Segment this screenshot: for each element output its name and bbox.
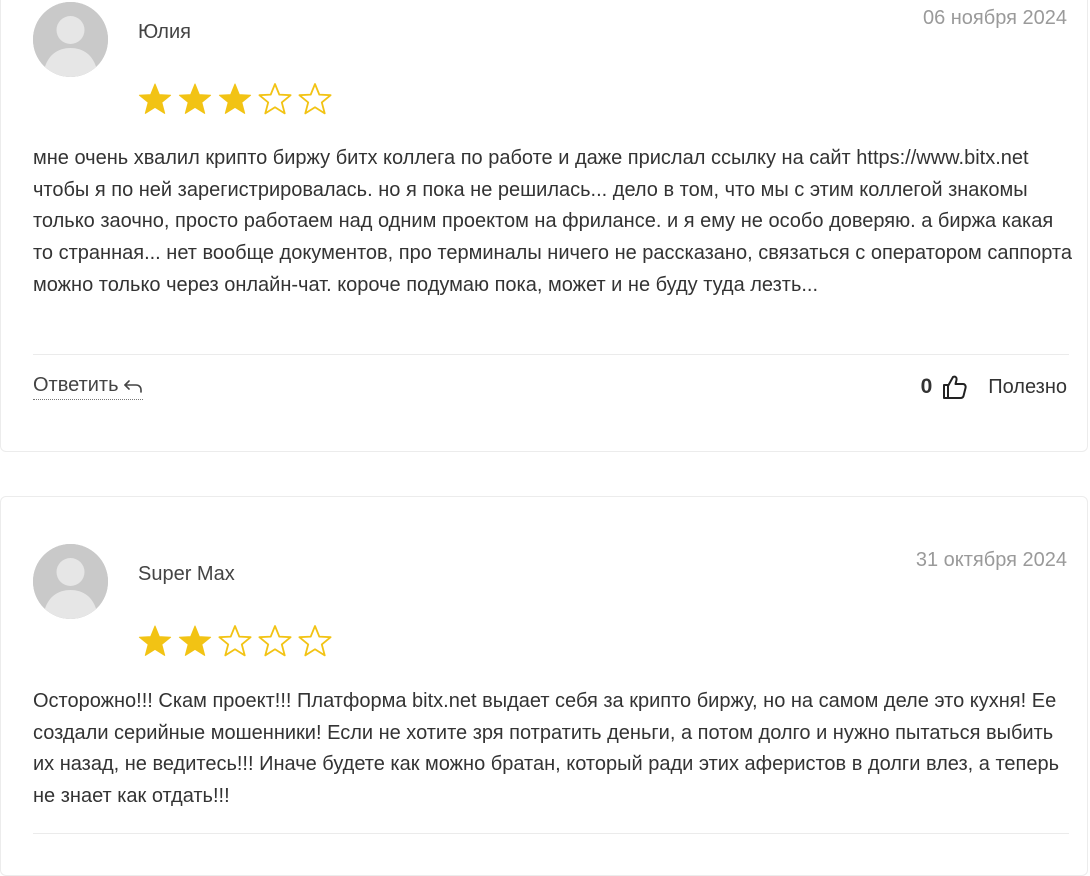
star-empty-icon (298, 83, 332, 115)
star-empty-icon (298, 625, 332, 657)
review-text: мне очень хвалил крипто биржу битх колле… (33, 147, 1072, 296)
useful-label: Полезно (988, 375, 1067, 398)
star-filled-icon (138, 83, 172, 114)
reply-button[interactable]: Ответить (33, 374, 143, 400)
star-filled-icon (178, 83, 212, 114)
useful-count: 0 (920, 375, 933, 398)
star-filled-icon (218, 83, 252, 114)
rating-stars (137, 624, 333, 658)
review-author: Юлия (138, 21, 191, 43)
divider (33, 833, 1069, 834)
divider (33, 354, 1069, 355)
review-author: Super Max (138, 563, 235, 585)
star-filled-icon (138, 625, 172, 656)
useful-block: 0 Полезно (921, 374, 1067, 400)
review-card: Юлия 06 ноября 2024 мне очень хвалил кри… (0, 0, 1088, 452)
default-user-avatar-icon (33, 544, 108, 619)
default-user-avatar-icon (33, 2, 108, 77)
rating-stars (137, 82, 333, 116)
reply-label: Ответить (33, 374, 119, 396)
star-empty-icon (218, 625, 252, 657)
review-text: Осторожно!!! Скам проект!!! Платформа bi… (33, 690, 1059, 808)
reply-arrow-icon (123, 379, 142, 393)
star-filled-icon (178, 625, 212, 656)
avatar (33, 2, 108, 77)
avatar (33, 544, 108, 619)
review-date: 31 октября 2024 (915, 549, 1067, 571)
star-empty-icon (258, 625, 292, 657)
thumbs-up-icon[interactable] (942, 374, 968, 400)
review-card: Super Max 31 октября 2024 Осторожно!!! С… (0, 496, 1088, 876)
review-date: 06 ноября 2024 (922, 7, 1067, 29)
star-empty-icon (258, 83, 292, 115)
